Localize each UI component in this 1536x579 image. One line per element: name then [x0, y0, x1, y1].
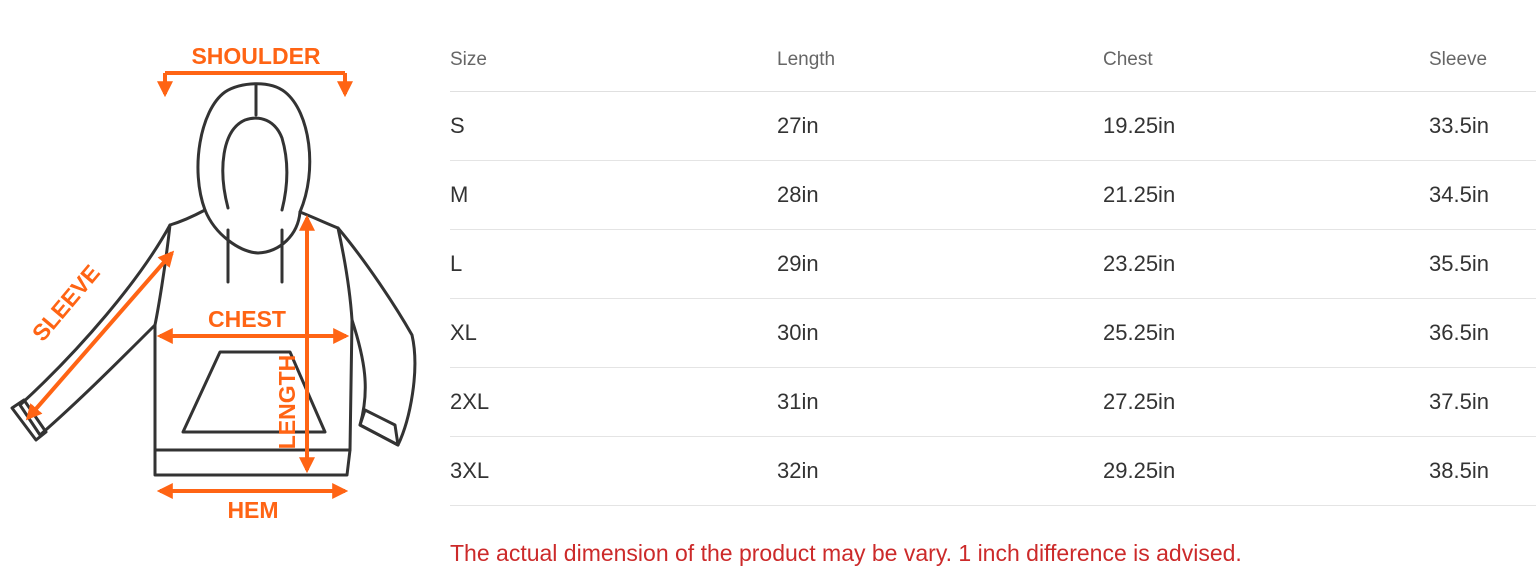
- size-disclaimer-note: The actual dimension of the product may …: [450, 540, 1242, 566]
- table-header-row: Size Length Chest Sleeve: [450, 28, 1536, 92]
- table-row: S 27in 19.25in 33.5in: [450, 92, 1536, 161]
- hem-label: HEM: [227, 497, 278, 523]
- cell-chest: 29.25in: [1103, 458, 1176, 483]
- cell-sleeve: 36.5in: [1429, 320, 1489, 345]
- cell-length: 27in: [777, 113, 819, 138]
- size-chart-table: Size Length Chest Sleeve S 27in 19.25in …: [450, 28, 1536, 506]
- cell-chest: 23.25in: [1103, 251, 1176, 276]
- cell-length: 31in: [777, 389, 819, 414]
- cell-size: 3XL: [450, 458, 490, 483]
- cell-sleeve: 38.5in: [1429, 458, 1489, 483]
- table-row: XL 30in 25.25in 36.5in: [450, 299, 1536, 368]
- cell-length: 30in: [777, 320, 819, 345]
- header-length: Length: [777, 48, 836, 70]
- cell-length: 29in: [777, 251, 819, 276]
- cell-size: S: [450, 113, 465, 138]
- table-row: 3XL 32in 29.25in 38.5in: [450, 437, 1536, 506]
- length-label: LENGTH: [274, 355, 300, 450]
- cell-sleeve: 34.5in: [1429, 182, 1489, 207]
- chest-label: CHEST: [208, 306, 286, 332]
- header-sleeve: Sleeve: [1429, 48, 1488, 70]
- hoodie-size-diagram: SHOULDER SLEEVE CHEST LENGTH HEM: [0, 20, 440, 530]
- cell-length: 32in: [777, 458, 819, 483]
- cell-chest: 21.25in: [1103, 182, 1176, 207]
- sleeve-label: SLEEVE: [27, 260, 105, 346]
- hoodie-illustration: SHOULDER SLEEVE CHEST LENGTH HEM: [10, 43, 417, 523]
- cell-size: L: [450, 251, 463, 276]
- cell-size: 2XL: [450, 389, 490, 414]
- cell-sleeve: 37.5in: [1429, 389, 1489, 414]
- header-chest: Chest: [1103, 48, 1153, 70]
- table-row: 2XL 31in 27.25in 37.5in: [450, 368, 1536, 437]
- table-row: L 29in 23.25in 35.5in: [450, 230, 1536, 299]
- cell-sleeve: 35.5in: [1429, 251, 1489, 276]
- cell-chest: 27.25in: [1103, 389, 1176, 414]
- cell-chest: 19.25in: [1103, 113, 1176, 138]
- cell-chest: 25.25in: [1103, 320, 1176, 345]
- cell-length: 28in: [777, 182, 819, 207]
- shoulder-label: SHOULDER: [191, 43, 320, 69]
- cell-sleeve: 33.5in: [1429, 113, 1489, 138]
- cell-size: XL: [450, 320, 477, 345]
- header-size: Size: [450, 48, 487, 70]
- cell-size: M: [450, 182, 469, 207]
- table-row: M 28in 21.25in 34.5in: [450, 161, 1536, 230]
